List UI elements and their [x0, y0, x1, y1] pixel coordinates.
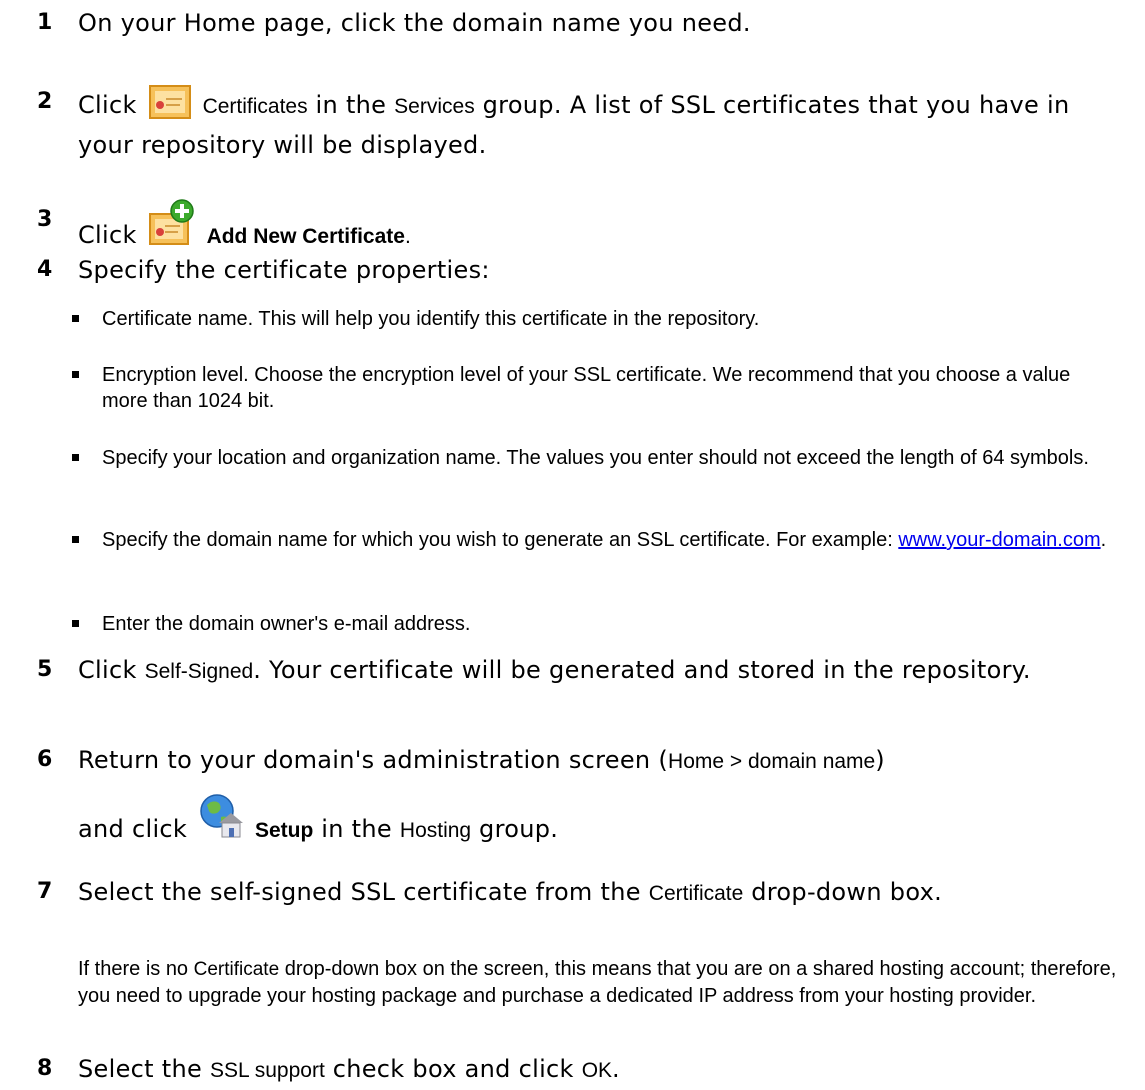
step-text: Specify the certificate properties:: [78, 256, 490, 284]
ssl-support-label: SSL support: [210, 1059, 325, 1082]
bullet-text: Certificate name. This will help you ide…: [102, 308, 760, 330]
step-text: in the: [321, 815, 392, 843]
step-text: On your Home page, click the domain name…: [78, 9, 751, 37]
bullet-text: Specify your location and organization n…: [102, 447, 1089, 469]
step-number: 3: [37, 207, 53, 232]
bullet-text: Enter the domain owner's e-mail address.: [102, 613, 471, 635]
bullet-item: Certificate name. This will help you ide…: [72, 306, 1119, 332]
bullet-icon: [72, 315, 79, 322]
self-signed-label: Self-Signed: [144, 660, 254, 683]
bullet-text: Encryption level. Choose the encryption …: [102, 364, 1071, 412]
certificates-label: Certificates: [202, 95, 308, 118]
bullet-icon: [72, 620, 79, 627]
bullet-text: .: [1100, 529, 1107, 551]
bullet-text: Specify the domain name for which you wi…: [102, 529, 899, 551]
add-new-certificate-label: Add New Certificate: [206, 225, 405, 248]
step-text: . Your certificate will be generated and…: [253, 656, 1031, 684]
step-text: .: [404, 225, 411, 248]
certificate-label: Certificate: [193, 959, 280, 980]
step-text: ): [875, 746, 885, 774]
step-text: .: [612, 1055, 620, 1083]
bullet-icon: [72, 454, 79, 461]
example-domain-link[interactable]: www.your-domain.com: [898, 529, 1100, 551]
home-domain-name-path: Home > domain name: [668, 750, 876, 773]
step-number: 4: [37, 257, 53, 282]
step-number: 7: [37, 879, 53, 904]
step-text: Select the: [78, 1055, 203, 1083]
setup-label: Setup: [254, 819, 314, 842]
hosting-label: Hosting: [399, 819, 472, 842]
bullet-icon: [72, 371, 79, 378]
bullet-item: Specify your location and organization n…: [72, 445, 1119, 471]
step-text: Click: [78, 656, 137, 684]
step-text: drop-down box.: [751, 878, 943, 906]
certificate-icon: [148, 85, 191, 128]
note-text: If there is no: [78, 958, 189, 980]
add-certificate-icon: [148, 199, 195, 256]
step-text: in the: [315, 91, 387, 119]
hosting-setup-icon: [199, 793, 244, 848]
bullet-icon: [72, 536, 79, 543]
step-number: 1: [37, 10, 53, 35]
services-label: Services: [394, 95, 475, 118]
step-text: Click: [78, 221, 137, 249]
step-text: Return to your domain's administration s…: [78, 746, 669, 774]
step-text: and click: [78, 815, 188, 843]
step-number: 5: [37, 657, 53, 682]
bullet-item: Encryption level. Choose the encryption …: [72, 362, 1119, 414]
step-text: check box and click: [332, 1055, 574, 1083]
step-text: group.: [479, 815, 559, 843]
step-number: 6: [37, 747, 53, 772]
step-number: 2: [37, 89, 53, 114]
certificate-dropdown-label: Certificate: [648, 882, 744, 905]
step-number: 8: [37, 1056, 53, 1081]
step-text: Select the self-signed SSL certificate f…: [78, 878, 641, 906]
bullet-item: Enter the domain owner's e-mail address.: [72, 611, 1119, 637]
bullet-item: Specify the domain name for which you wi…: [72, 527, 1119, 553]
ok-label: OK: [581, 1059, 613, 1082]
step-text: Click: [78, 91, 137, 119]
note-paragraph: If there is no Certificate drop-down box…: [78, 956, 1119, 1009]
